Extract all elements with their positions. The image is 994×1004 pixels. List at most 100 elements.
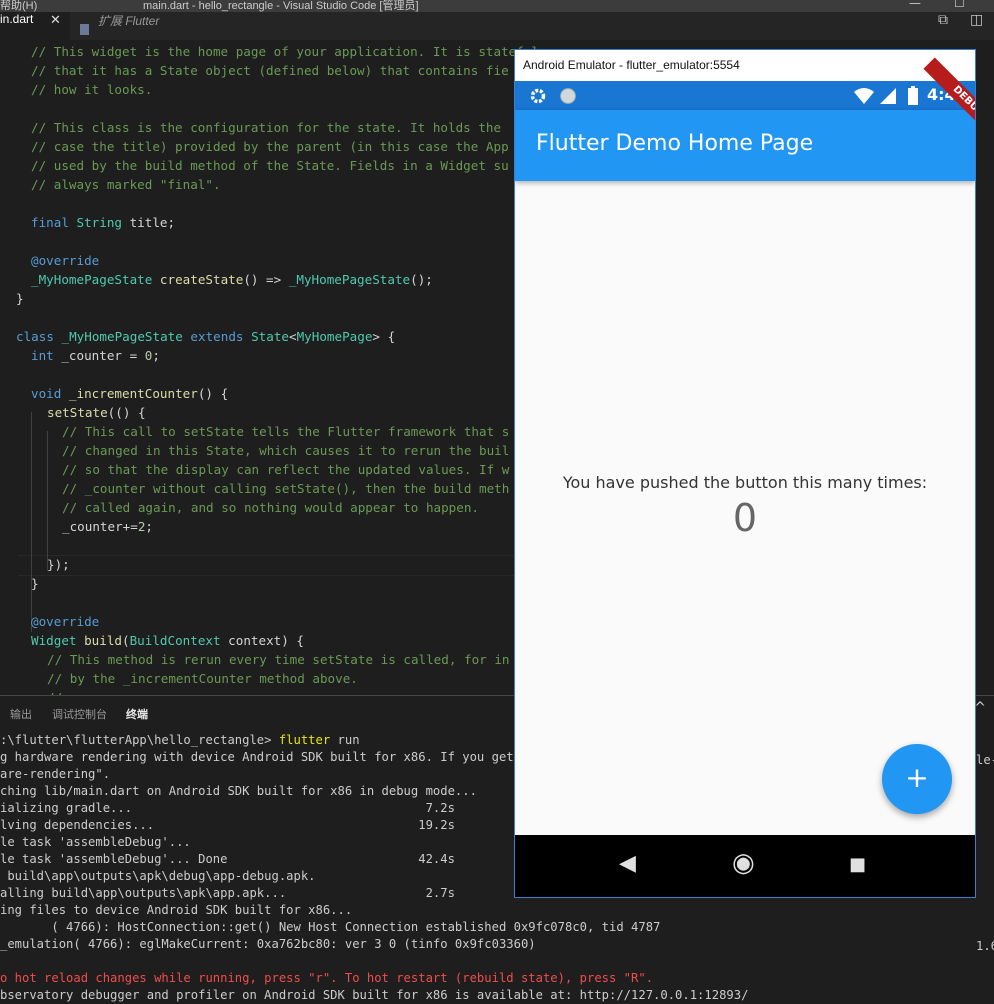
- terminal-line: :\flutter\flutterApp\hello_rectangle> fl…: [0, 732, 360, 749]
- code-token: _incrementCounter: [68, 386, 198, 401]
- code-token: MyHomePage: [296, 329, 373, 344]
- code-token: _counter+=: [62, 519, 138, 534]
- code-line[interactable]: }: [31, 574, 39, 593]
- tab-debug-console[interactable]: 调试控制台: [52, 706, 107, 722]
- menu-help[interactable]: 帮助(H): [0, 0, 37, 12]
- indent-guide: [47, 431, 48, 571]
- terminal-text: le task 'assembleDebug'... Done 42.4s: [0, 852, 455, 866]
- code-line[interactable]: // used by the build method of the State…: [31, 156, 509, 175]
- code-line[interactable]: // changed in this State, which causes i…: [62, 441, 509, 460]
- terminal-line: build\app\outputs\apk\debug\app-debug.ap…: [0, 868, 316, 885]
- terminal-text: le task 'assembleDebug'...: [0, 835, 191, 849]
- code-token: (() {: [107, 405, 146, 420]
- code-token: context) {: [228, 633, 304, 648]
- code-token: // changed in this State, which causes i…: [62, 443, 510, 458]
- code-line[interactable]: // This class is the configuration for t…: [31, 118, 501, 137]
- code-line[interactable]: // how it looks.: [31, 80, 152, 99]
- code-token: createState: [159, 272, 244, 287]
- code-token: // used by the build method of the State…: [31, 158, 509, 173]
- battery-icon: [908, 86, 918, 105]
- terminal-line: ing files to device Android SDK built fo…: [0, 902, 352, 919]
- sync-circle-icon: [560, 88, 576, 104]
- code-token: _MyHomePageState: [31, 272, 160, 287]
- chevron-up-icon[interactable]: ^: [974, 700, 986, 716]
- terminal-line: ializing gradle... 7.2s: [0, 800, 455, 817]
- code-token: _counter =: [61, 348, 145, 363]
- android-navigation-bar: ◀ ◉ ■: [515, 835, 975, 897]
- app-title: Flutter Demo Home Page: [536, 131, 814, 156]
- code-token: // how it looks.: [31, 82, 153, 97]
- code-line[interactable]: void _incrementCounter() {: [31, 384, 228, 403]
- code-token: class: [16, 329, 62, 344]
- code-token: // This widget is the home page of your …: [31, 44, 539, 59]
- close-icon[interactable]: ✕: [50, 12, 61, 28]
- code-line[interactable]: // This method is rerun every time setSt…: [47, 650, 510, 669]
- terminal-text: ializing gradle... 7.2s: [0, 801, 455, 815]
- code-token: ;: [145, 519, 154, 534]
- code-line[interactable]: @override: [31, 251, 99, 270]
- code-line[interactable]: _counter+=2;: [62, 517, 153, 536]
- code-line[interactable]: // called again, and so nothing would ap…: [62, 498, 479, 517]
- code-token: <: [289, 329, 297, 344]
- home-icon[interactable]: ◉: [732, 848, 755, 878]
- code-token: State: [251, 329, 289, 344]
- code-token: // This method is rerun every time setSt…: [47, 652, 510, 667]
- code-line[interactable]: _MyHomePageState createState() => _MyHom…: [31, 270, 433, 289]
- file-icon: [80, 24, 89, 35]
- code-line[interactable]: // by the _incrementCounter method above…: [47, 669, 358, 688]
- code-line[interactable]: final String title;: [31, 213, 175, 232]
- code-token: _MyHomePageState: [61, 329, 191, 344]
- terminal-line: o hot reload changes while running, pres…: [0, 970, 653, 987]
- code-line[interactable]: Widget build(BuildContext context) {: [31, 631, 304, 650]
- code-line[interactable]: // case the title) provided by the paren…: [31, 137, 509, 156]
- code-line[interactable]: @override: [31, 612, 99, 631]
- code-token: Widget: [31, 633, 85, 648]
- android-emulator-window: Android Emulator - flutter_emulator:5554…: [514, 49, 976, 898]
- tab-terminal[interactable]: 终端: [126, 706, 148, 722]
- terminal-text: o hot reload changes while running, pres…: [0, 971, 654, 985]
- emulator-title-bar: Android Emulator - flutter_emulator:5554: [515, 50, 975, 81]
- increment-fab-button[interactable]: +: [882, 744, 952, 814]
- code-line[interactable]: class _MyHomePageState extends State<MyH…: [16, 327, 395, 346]
- emulator-title: Android Emulator - flutter_emulator:5554: [523, 58, 740, 72]
- counter-value: 0: [732, 496, 758, 540]
- terminal-text: bservatory debugger and profiler on Andr…: [0, 988, 749, 1002]
- code-line[interactable]: }: [16, 289, 24, 308]
- code-token: title;: [129, 215, 176, 230]
- signal-icon: [880, 88, 896, 104]
- code-line[interactable]: int _counter = 0;: [31, 346, 160, 365]
- code-token: () {: [197, 386, 229, 401]
- counter-message: You have pushed the button this many tim…: [562, 473, 928, 492]
- window-title: main.dart - hello_rectangle - Visual Stu…: [143, 0, 419, 12]
- code-line[interactable]: // _counter without calling setState(), …: [62, 479, 509, 498]
- code-line[interactable]: //: [47, 688, 62, 695]
- terminal-text: alling build\app\outputs\apk\app.apk... …: [0, 886, 455, 900]
- terminal-line: le task 'assembleDebug'... Done 42.4s: [0, 851, 455, 868]
- terminal-text: ching lib/main.dart on Android SDK built…: [0, 784, 477, 798]
- code-line[interactable]: // always marked "final".: [31, 175, 221, 194]
- terminal-line: le task 'assembleDebug'...: [0, 834, 191, 851]
- code-line[interactable]: // that it has a State object (defined b…: [31, 61, 509, 80]
- code-line[interactable]: setState(() {: [47, 403, 146, 422]
- recent-apps-icon[interactable]: ■: [849, 854, 866, 875]
- terminal-command: flutter: [278, 733, 331, 747]
- tab-label: 扩展 Flutter: [98, 14, 160, 28]
- terminal-text: run: [330, 733, 360, 747]
- terminal-text: build\app\outputs\apk\debug\app-debug.ap…: [0, 869, 316, 883]
- back-icon[interactable]: ◀: [619, 851, 636, 876]
- tab-output[interactable]: 输出: [10, 706, 32, 722]
- minimize-icon[interactable]: —: [909, 0, 921, 10]
- terminal-line: g hardware rendering with device Android…: [0, 749, 543, 766]
- code-line[interactable]: // so that the display can reflect the u…: [62, 460, 509, 479]
- settings-gear-icon: [530, 88, 546, 104]
- code-token: // This class is the configuration for t…: [31, 120, 502, 135]
- code-token: final: [31, 215, 77, 230]
- code-line[interactable]: });: [47, 555, 70, 574]
- code-line[interactable]: // This widget is the home page of your …: [31, 42, 539, 61]
- maximize-icon[interactable]: ☐: [954, 0, 965, 10]
- code-token: (: [122, 633, 130, 648]
- code-token: }: [31, 576, 39, 591]
- code-line[interactable]: // This call to setState tells the Flutt…: [62, 422, 509, 441]
- code-token: }: [16, 291, 24, 306]
- code-token: // so that the display can reflect the u…: [62, 462, 510, 477]
